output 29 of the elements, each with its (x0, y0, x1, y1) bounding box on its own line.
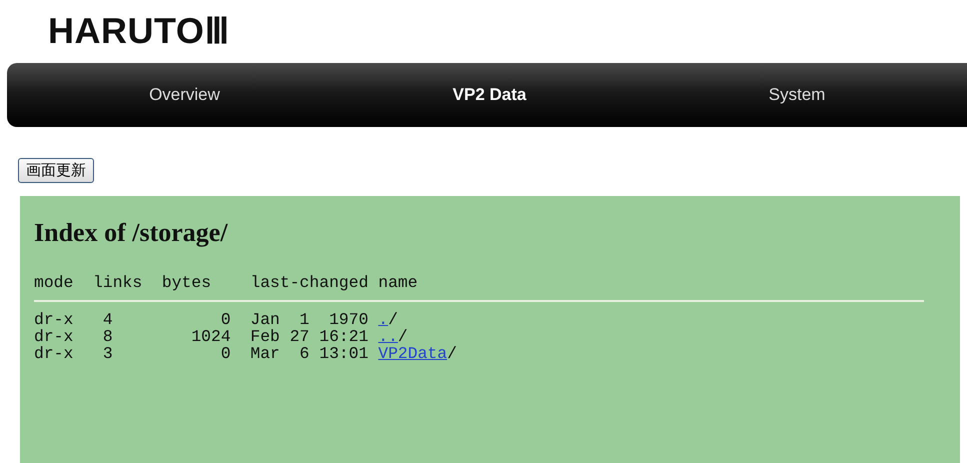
listing-title: Index of /storage/ (34, 218, 229, 248)
entry-link[interactable]: VP2Data (378, 344, 448, 363)
nav-tab[interactable]: System (768, 85, 826, 105)
name-cell-text: VP2Data/ (378, 345, 458, 362)
date-cell: Feb 27 16:21 (250, 328, 368, 345)
entry-link[interactable]: .. (378, 327, 398, 346)
date-cell: Mar 6 13:01 (250, 345, 368, 362)
mode-cell-text: dr-x (34, 345, 74, 362)
links-cell-text: 3 (102, 345, 114, 362)
name-cell-text: ./ (378, 311, 399, 328)
nav-tab[interactable]: Overview (149, 85, 220, 105)
column-header: name (378, 274, 419, 291)
links-cell-text: 4 (102, 311, 114, 328)
nav-tab[interactable]: VP2 Data (452, 85, 526, 105)
column-header: mode (34, 274, 74, 291)
name-cell-text: ../ (378, 328, 409, 345)
column-header: links (93, 274, 144, 291)
bytes-cell-text: 0 (220, 345, 231, 362)
refresh-button[interactable]: 画面更新 (18, 158, 94, 183)
mode-cell-text: dr-x (34, 328, 74, 345)
site-title: HARUTOⅢ (48, 10, 231, 52)
mode-cell-text: dr-x (34, 311, 74, 328)
links-cell-text: 8 (102, 328, 114, 345)
column-header: bytes (162, 274, 212, 291)
bytes-cell-text: 0 (220, 311, 231, 328)
entry-link[interactable]: . (378, 310, 388, 329)
date-cell: Jan 1 1970 (250, 311, 368, 328)
bytes-cell-text: 1024 (190, 328, 231, 345)
column-header: last-changed (250, 274, 368, 291)
